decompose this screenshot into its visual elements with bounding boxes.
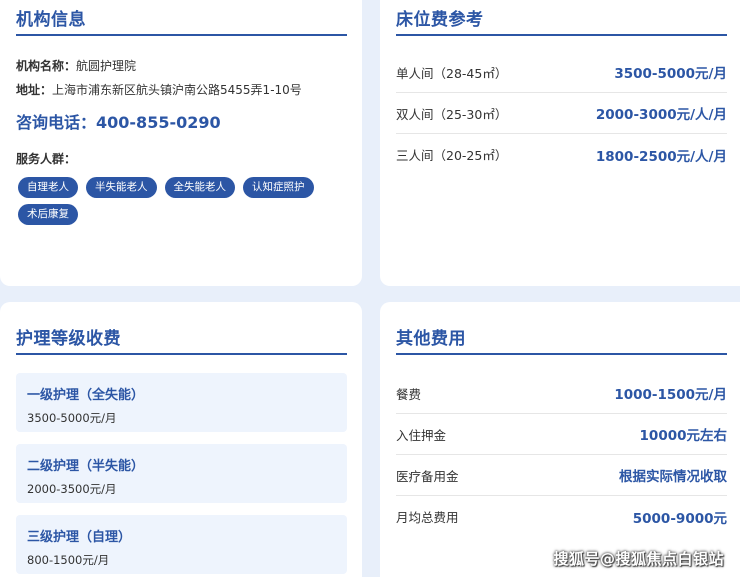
institution-name-line: 机构名称：航圆护理院	[16, 57, 136, 74]
bed-fee-title: 床位费参考	[396, 10, 484, 30]
institution-info-card: 机构信息 机构名称：航圆护理院 地址：上海市浦东新区航头镇沪南公路5455弄1-…	[0, 0, 362, 286]
care-level-price: 800-1500元/月	[27, 553, 110, 567]
other-fee-row: 入住押金 10000元左右	[396, 414, 727, 455]
service-groups-label: 服务人群：	[16, 152, 77, 166]
source-watermark: 搜狐号@搜狐焦点白银站	[553, 550, 724, 568]
institution-name-label: 机构名称：	[16, 59, 77, 73]
care-level-price: 3500-5000元/月	[27, 411, 117, 425]
service-group-tags: 自理老人 半失能老人 全失能老人 认知症照护 术后康复	[18, 177, 318, 225]
service-tag[interactable]: 半失能老人	[86, 177, 157, 198]
address-line: 地址：上海市浦东新区航头镇沪南公路5455弄1-10号	[16, 81, 302, 98]
care-level-item: 一级护理（全失能） 3500-5000元/月	[16, 373, 347, 432]
consult-phone-line[interactable]: 咨询电话：400-855-0290	[16, 109, 221, 133]
fee-name: 月均总费用	[396, 510, 459, 525]
fee-name: 餐费	[396, 386, 422, 402]
service-tag[interactable]: 术后康复	[18, 204, 78, 225]
bed-fee-row: 双人间（25-30㎡） 2000-3000元/人/月	[396, 93, 727, 134]
fee-name: 入住押金	[396, 427, 447, 443]
consult-phone-label: 咨询电话：	[16, 113, 97, 132]
care-level-name: 二级护理（半失能）	[27, 459, 145, 474]
service-tag[interactable]: 自理老人	[18, 177, 78, 198]
room-type: 双人间（25-30㎡）	[396, 106, 508, 122]
title-divider	[396, 353, 727, 355]
service-tag[interactable]: 全失能老人	[164, 177, 235, 198]
other-fee-row: 餐费 1000-1500元/月	[396, 373, 727, 414]
room-type: 单人间（28-45㎡）	[396, 65, 508, 81]
other-fee-row: 月均总费用 5000-9000元	[396, 496, 727, 537]
institution-info-title: 机构信息	[16, 10, 86, 30]
fee-value: 1000-1500元/月	[614, 387, 727, 403]
fee-value: 5000-9000元	[632, 510, 727, 527]
care-level-price: 2000-3500元/月	[27, 482, 117, 496]
room-type: 三人间（20-25㎡）	[396, 148, 508, 163]
institution-name-value: 航圆护理院	[76, 59, 137, 73]
bed-fee-row: 单人间（28-45㎡） 3500-5000元/月	[396, 52, 727, 93]
other-fees-title: 其他费用	[396, 329, 466, 349]
fee-value: 根据实际情况收取	[619, 469, 727, 485]
care-level-card: 护理等级收费 一级护理（全失能） 3500-5000元/月 二级护理（半失能） …	[0, 302, 362, 577]
service-tag[interactable]: 认知症照护	[243, 177, 314, 198]
room-price: 2000-3000元/人/月	[595, 107, 727, 123]
room-price: 1800-2500元/人/月	[595, 148, 727, 165]
care-level-name: 三级护理（自理）	[27, 530, 132, 545]
care-level-item: 三级护理（自理） 800-1500元/月	[16, 515, 347, 574]
care-level-title: 护理等级收费	[16, 329, 121, 349]
fee-name: 医疗备用金	[396, 468, 459, 484]
title-divider	[16, 34, 347, 36]
address-label: 地址：	[16, 83, 53, 97]
room-price: 3500-5000元/月	[614, 66, 727, 82]
consult-phone-number[interactable]: 400-855-0290	[96, 113, 221, 132]
care-level-name: 一级护理（全失能）	[27, 388, 145, 403]
care-level-item: 二级护理（半失能） 2000-3500元/月	[16, 444, 347, 503]
address-value: 上海市浦东新区航头镇沪南公路5455弄1-10号	[52, 83, 302, 97]
other-fees-card: 其他费用 餐费 1000-1500元/月 入住押金 10000元左右 医疗备用金…	[380, 302, 740, 577]
fee-value: 10000元左右	[639, 428, 727, 444]
title-divider	[16, 353, 347, 355]
bed-fee-card: 床位费参考 单人间（28-45㎡） 3500-5000元/月 双人间（25-30…	[380, 0, 740, 286]
other-fee-row: 医疗备用金 根据实际情况收取	[396, 455, 727, 496]
bed-fee-row: 三人间（20-25㎡） 1800-2500元/人/月	[396, 134, 727, 175]
title-divider	[396, 34, 727, 36]
